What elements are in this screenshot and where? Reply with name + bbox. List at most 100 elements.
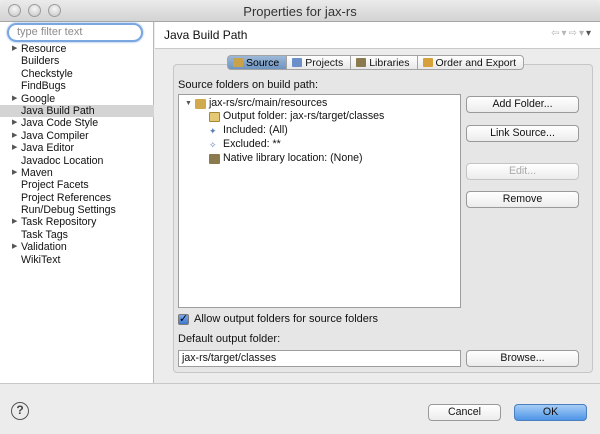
sidebar-item-label: Builders (21, 55, 60, 68)
sidebar-item-label: Task Repository (21, 216, 97, 229)
sidebar-item-label: Run/Debug Settings (21, 204, 116, 217)
forward-arrow-icon[interactable]: ⇨ (569, 28, 579, 39)
exclusion-filter-icon: ✧ (209, 139, 217, 150)
included-row[interactable]: ✦ Included: (All) (209, 124, 288, 137)
sidebar-item-label: Checkstyle (21, 67, 73, 80)
sidebar-item-java-editor[interactable]: ▶ Java Editor (0, 142, 154, 154)
allow-output-folders-checkbox[interactable] (178, 312, 189, 325)
source-folder-row[interactable]: ▼ jax-rs/src/main/resources (185, 97, 327, 110)
sidebar-item-maven[interactable]: ▶ Maven (0, 167, 154, 179)
tab-projects[interactable]: Projects (286, 55, 351, 70)
sidebar-item-project-references[interactable]: Project References (0, 192, 154, 204)
build-path-panel: Source folders on build path: ▼ jax-rs/s… (173, 64, 593, 373)
edit-button[interactable]: Edit... (466, 163, 579, 180)
default-output-folder-label: Default output folder: (178, 333, 281, 345)
sidebar-item-label: Java Compiler (21, 129, 89, 142)
sidebar-item-label: Project Facets (21, 179, 89, 192)
preferences-sidebar: type filter text ▶ Resource Builders Chec… (0, 22, 154, 383)
sidebar-item-findbugs[interactable]: FindBugs (0, 80, 154, 92)
libraries-icon (356, 58, 367, 67)
package-folder-icon (194, 98, 206, 109)
sidebar-item-task-repository[interactable]: ▶ Task Repository (0, 216, 154, 228)
source-folder-icon (233, 58, 243, 67)
source-folders-tree[interactable]: ▼ jax-rs/src/main/resources Output folde… (178, 94, 461, 308)
source-folders-label: Source folders on build path: (178, 79, 319, 91)
expand-arrow-icon[interactable]: ▶ (12, 216, 17, 228)
sidebar-item-java-code-style[interactable]: ▶ Java Code Style (0, 117, 154, 129)
sidebar-item-javadoc-location[interactable]: Javadoc Location (0, 155, 154, 167)
sidebar-item-label: Java Build Path (21, 104, 95, 117)
sidebar-item-label: FindBugs (21, 80, 66, 93)
tab-source[interactable]: Source (227, 55, 287, 70)
native-library-row[interactable]: Native library location: (None) (209, 152, 363, 165)
collapse-arrow-icon[interactable]: ▼ (185, 97, 192, 110)
back-menu-chevron-icon[interactable]: ▾ (562, 28, 569, 39)
expand-arrow-icon[interactable]: ▶ (12, 167, 17, 179)
main-panel: Java Build Path ⇦▾⇨▾▾ Source folders on … (155, 22, 600, 383)
back-arrow-icon[interactable]: ⇦ (551, 28, 561, 39)
native-library-icon (209, 153, 220, 164)
title-bar: Properties for jax-rs (0, 0, 600, 22)
expand-arrow-icon[interactable]: ▶ (12, 142, 17, 154)
output-folder-text: Output folder: jax-rs/target/classes (223, 110, 385, 122)
tab-order-and-export[interactable]: Order and Export (416, 55, 525, 70)
sidebar-item-java-build-path[interactable]: Java Build Path (0, 104, 154, 118)
source-folder-path: jax-rs/src/main/resources (208, 97, 328, 109)
expand-arrow-icon[interactable]: ▶ (12, 43, 17, 55)
sidebar-item-java-compiler[interactable]: ▶ Java Compiler (0, 130, 154, 142)
sidebar-item-label: Resource (21, 43, 67, 55)
allow-output-folders-label: Allow output folders for source folders (194, 313, 379, 325)
projects-icon (292, 58, 303, 67)
expand-arrow-icon[interactable]: ▶ (12, 130, 17, 142)
window-title: Properties for jax-rs (243, 4, 357, 19)
output-folder-icon (209, 111, 220, 122)
build-path-tabs: Source Projects Libraries Order and Expo… (227, 55, 525, 70)
sidebar-item-label: Java Editor (21, 142, 74, 155)
sidebar-item-label: Maven (21, 166, 53, 179)
filter-input[interactable]: type filter text (7, 23, 143, 42)
preferences-tree: ▶ Resource Builders Checkstyle FindBugs ▶… (0, 43, 154, 266)
excluded-row[interactable]: ✧ Excluded: ** (209, 138, 281, 151)
expand-arrow-icon[interactable]: ▶ (12, 93, 17, 105)
sidebar-item-validation[interactable]: ▶ Validation (0, 241, 154, 253)
default-output-folder-field[interactable]: jax-rs/target/classes (178, 350, 461, 367)
tab-libraries[interactable]: Libraries (350, 55, 417, 70)
sidebar-item-label: Task Tags (21, 228, 68, 241)
sidebar-item-task-tags[interactable]: Task Tags (0, 229, 154, 241)
native-library-text: Native library location: (None) (223, 152, 363, 164)
help-button[interactable]: ? (11, 402, 29, 420)
output-folder-row[interactable]: Output folder: jax-rs/target/classes (209, 110, 384, 123)
expand-arrow-icon[interactable]: ▶ (12, 241, 17, 253)
ok-button[interactable]: OK (514, 404, 587, 421)
sidebar-item-builders[interactable]: Builders (0, 55, 154, 67)
navigation-arrows: ⇦▾⇨▾▾ (551, 28, 593, 39)
sidebar-item-label: Java Code Style (21, 117, 99, 130)
sidebar-item-resource[interactable]: ▶ Resource (0, 43, 154, 55)
sidebar-item-label: Google (21, 92, 56, 105)
forward-menu-chevron-icon[interactable]: ▾ (579, 28, 586, 39)
expand-arrow-icon[interactable]: ▶ (12, 117, 17, 129)
excluded-text: Excluded: ** (223, 138, 281, 150)
tab-label: Libraries (369, 56, 410, 69)
add-folder-button[interactable]: Add Folder... (466, 96, 579, 113)
dialog-footer: ? Cancel OK (0, 383, 600, 434)
page-title: Java Build Path (164, 28, 248, 42)
included-text: Included: (All) (223, 124, 288, 136)
sidebar-item-label: Javadoc Location (21, 154, 104, 167)
remove-button[interactable]: Remove (466, 191, 579, 208)
sidebar-item-label: Project References (21, 191, 112, 204)
link-source-button[interactable]: Link Source... (466, 125, 579, 142)
sidebar-item-label: Validation (21, 241, 67, 254)
cancel-button[interactable]: Cancel (428, 404, 501, 421)
sidebar-item-checkstyle[interactable]: Checkstyle (0, 68, 154, 80)
sidebar-item-google[interactable]: ▶ Google (0, 93, 154, 105)
tab-label: Projects (305, 56, 344, 69)
sidebar-item-wikitext[interactable]: WikiText (0, 254, 154, 266)
page-header: Java Build Path ⇦▾⇨▾▾ (155, 22, 600, 49)
tab-label: Order and Export (435, 56, 517, 69)
browse-button[interactable]: Browse... (466, 350, 579, 367)
sidebar-item-run-debug-settings[interactable]: Run/Debug Settings (0, 204, 154, 216)
sidebar-item-project-facets[interactable]: Project Facets (0, 179, 154, 191)
view-menu-chevron-icon[interactable]: ▾ (586, 28, 593, 39)
inclusion-filter-icon: ✦ (209, 125, 217, 136)
